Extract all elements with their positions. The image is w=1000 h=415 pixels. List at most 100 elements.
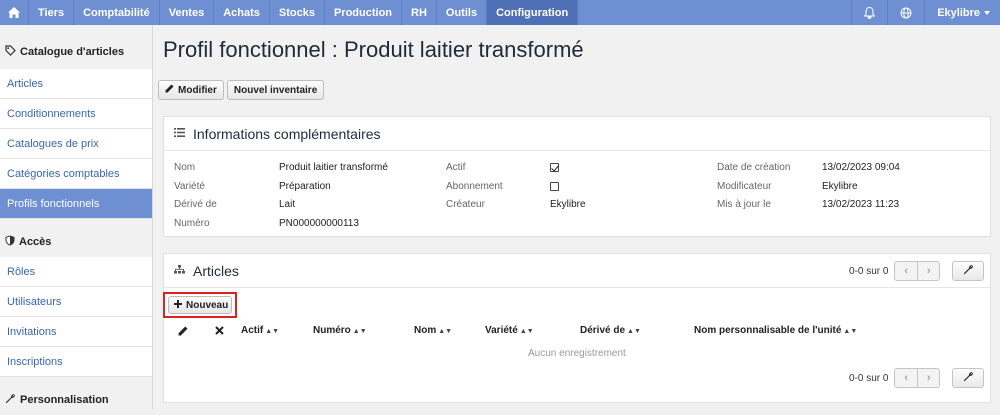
sort-icon: ▲▼ bbox=[519, 328, 534, 335]
nav-right-group: Ekylibre bbox=[851, 0, 1000, 25]
label-numero: Numéro bbox=[174, 218, 210, 229]
pencil-icon bbox=[165, 84, 174, 96]
user-name: Ekylibre bbox=[937, 6, 980, 19]
toolbar: Modifier Nouvel inventaire bbox=[158, 80, 325, 100]
globe-icon[interactable] bbox=[887, 0, 924, 25]
label-nom: Nom bbox=[174, 162, 196, 173]
column-label: Nom bbox=[414, 325, 437, 336]
sidebar-item-utilisateurs[interactable]: Utilisateurs bbox=[0, 287, 152, 317]
chevron-left-icon[interactable]: ‹ bbox=[895, 262, 918, 280]
nav-achats[interactable]: Achats bbox=[214, 0, 270, 25]
info-panel: Informations complémentaires Nom Produit… bbox=[163, 116, 991, 237]
sidebar-section-title: Accès bbox=[19, 236, 52, 248]
sidebar-section-title: Catalogue d'articles bbox=[20, 46, 125, 58]
sidebar-item-inscriptions[interactable]: Inscriptions bbox=[0, 347, 152, 377]
top-navigation: Tiers Comptabilité Ventes Achats Stocks … bbox=[0, 0, 1000, 25]
tags-icon bbox=[5, 45, 16, 59]
label-modificateur: Modificateur bbox=[717, 181, 772, 192]
chevron-right-icon[interactable]: › bbox=[918, 369, 940, 387]
chevron-left-icon[interactable]: ‹ bbox=[895, 369, 918, 387]
nav-comptabilite[interactable]: Comptabilité bbox=[74, 0, 160, 25]
articles-pager-top: 0-0 sur 0 ‹ › bbox=[849, 261, 985, 281]
sidebar-item-conditionnements[interactable]: Conditionnements bbox=[0, 99, 152, 129]
sidebar-section-title: Personnalisation bbox=[20, 394, 109, 406]
sidebar-section-personnalisation: Personnalisation bbox=[0, 377, 152, 415]
value-modificateur: Ekylibre bbox=[822, 181, 858, 192]
column-nom-unite[interactable]: Nom personnalisable de l'unité ▲▼ bbox=[694, 325, 857, 336]
pager-text: 0-0 sur 0 bbox=[849, 372, 889, 384]
wrench-icon bbox=[5, 393, 16, 407]
home-icon[interactable] bbox=[0, 0, 29, 25]
nav-outils[interactable]: Outils bbox=[437, 0, 488, 25]
sort-icon: ▲▼ bbox=[627, 328, 641, 335]
value-createur: Ekylibre bbox=[550, 199, 586, 210]
nav-ventes[interactable]: Ventes bbox=[160, 0, 215, 25]
column-variete[interactable]: Variété ▲▼ bbox=[485, 325, 534, 336]
sort-icon: ▲▼ bbox=[843, 328, 858, 335]
label-derive-de: Dérivé de bbox=[174, 199, 217, 210]
column-label: Nom personnalisable de l'unité bbox=[694, 325, 842, 336]
info-grid: Nom Produit laitier transformé Variété P… bbox=[164, 151, 990, 236]
sort-icon: ▲▼ bbox=[438, 328, 453, 335]
value-date-creation: 13/02/2023 09:04 bbox=[822, 162, 900, 173]
page-title: Profil fonctionnel : Produit laitier tra… bbox=[163, 37, 584, 62]
articles-panel-title: Articles bbox=[193, 262, 239, 279]
nav-rh[interactable]: RH bbox=[402, 0, 437, 25]
label-variete: Variété bbox=[174, 181, 205, 192]
column-nom[interactable]: Nom ▲▼ bbox=[414, 325, 452, 336]
label-mis-a-jour: Mis à jour le bbox=[717, 199, 771, 210]
actif-checkbox bbox=[550, 163, 559, 172]
value-mis-a-jour: 13/02/2023 11:23 bbox=[822, 199, 900, 210]
sidebar-item-roles[interactable]: Rôles bbox=[0, 257, 152, 287]
column-derive-de[interactable]: Dérivé de ▲▼ bbox=[580, 325, 641, 336]
articles-pager-bottom: 0-0 sur 0 ‹ › bbox=[849, 368, 985, 388]
new-inventory-label: Nouvel inventaire bbox=[233, 84, 318, 96]
value-nom: Produit laitier transformé bbox=[279, 162, 388, 173]
sidebar-item-catalogues-de-prix[interactable]: Catalogues de prix bbox=[0, 129, 152, 159]
sidebar: Catalogue d'articles Articles Conditionn… bbox=[0, 25, 153, 415]
new-inventory-button[interactable]: Nouvel inventaire bbox=[226, 80, 325, 100]
chevron-right-icon[interactable]: › bbox=[918, 262, 940, 280]
value-derive-de: Lait bbox=[279, 199, 296, 210]
label-abonnement: Abonnement bbox=[446, 181, 503, 192]
info-panel-header: Informations complémentaires bbox=[164, 117, 990, 151]
sort-icon: ▲▼ bbox=[265, 328, 280, 335]
sitemap-icon bbox=[174, 264, 185, 277]
nav-tiers[interactable]: Tiers bbox=[29, 0, 75, 25]
close-icon bbox=[215, 326, 224, 338]
abonnement-checkbox bbox=[550, 182, 559, 191]
column-label: Dérivé de bbox=[580, 325, 626, 336]
value-numero: PN000000000113 bbox=[279, 218, 359, 229]
column-label: Numéro bbox=[313, 325, 351, 336]
nav-production[interactable]: Production bbox=[325, 0, 403, 25]
wrench-icon bbox=[963, 264, 974, 278]
new-article-label: Nouveau bbox=[186, 299, 229, 311]
edit-button-label: Modifier bbox=[178, 84, 217, 96]
label-date-creation: Date de création bbox=[717, 162, 791, 173]
sidebar-item-categories-comptables[interactable]: Catégories comptables bbox=[0, 159, 152, 189]
label-createur: Créateur bbox=[446, 199, 485, 210]
sort-icon: ▲▼ bbox=[352, 328, 367, 335]
table-settings-button[interactable] bbox=[952, 261, 985, 281]
table-settings-button[interactable] bbox=[952, 368, 985, 388]
new-article-button[interactable]: Nouveau bbox=[168, 296, 232, 314]
nav-configuration[interactable]: Configuration bbox=[487, 0, 579, 25]
user-menu[interactable]: Ekylibre bbox=[924, 0, 1000, 25]
value-variete: Préparation bbox=[279, 181, 331, 192]
sidebar-item-articles[interactable]: Articles bbox=[0, 69, 152, 99]
edit-button[interactable]: Modifier bbox=[158, 80, 224, 100]
nav-stocks[interactable]: Stocks bbox=[270, 0, 325, 25]
pager-text: 0-0 sur 0 bbox=[849, 265, 889, 277]
bell-icon[interactable] bbox=[851, 0, 887, 25]
chevron-down-icon bbox=[984, 10, 990, 15]
pager-buttons: ‹ › bbox=[894, 368, 941, 388]
empty-table-message: Aucun enregistrement bbox=[528, 348, 626, 359]
column-actif[interactable]: Actif ▲▼ bbox=[241, 325, 279, 336]
sidebar-item-profils-fonctionnels[interactable]: Profils fonctionnels bbox=[0, 189, 152, 219]
plus-icon bbox=[174, 299, 182, 311]
sidebar-section-acces: Accès bbox=[0, 219, 152, 257]
column-label: Actif bbox=[241, 325, 264, 336]
column-numero[interactable]: Numéro ▲▼ bbox=[313, 325, 367, 336]
articles-table-header: Actif ▲▼ Numéro ▲▼ Nom ▲▼ Variété ▲▼ Dérivé … bbox=[0, 325, 1000, 339]
sidebar-section-catalogue: Catalogue d'articles bbox=[0, 25, 152, 69]
